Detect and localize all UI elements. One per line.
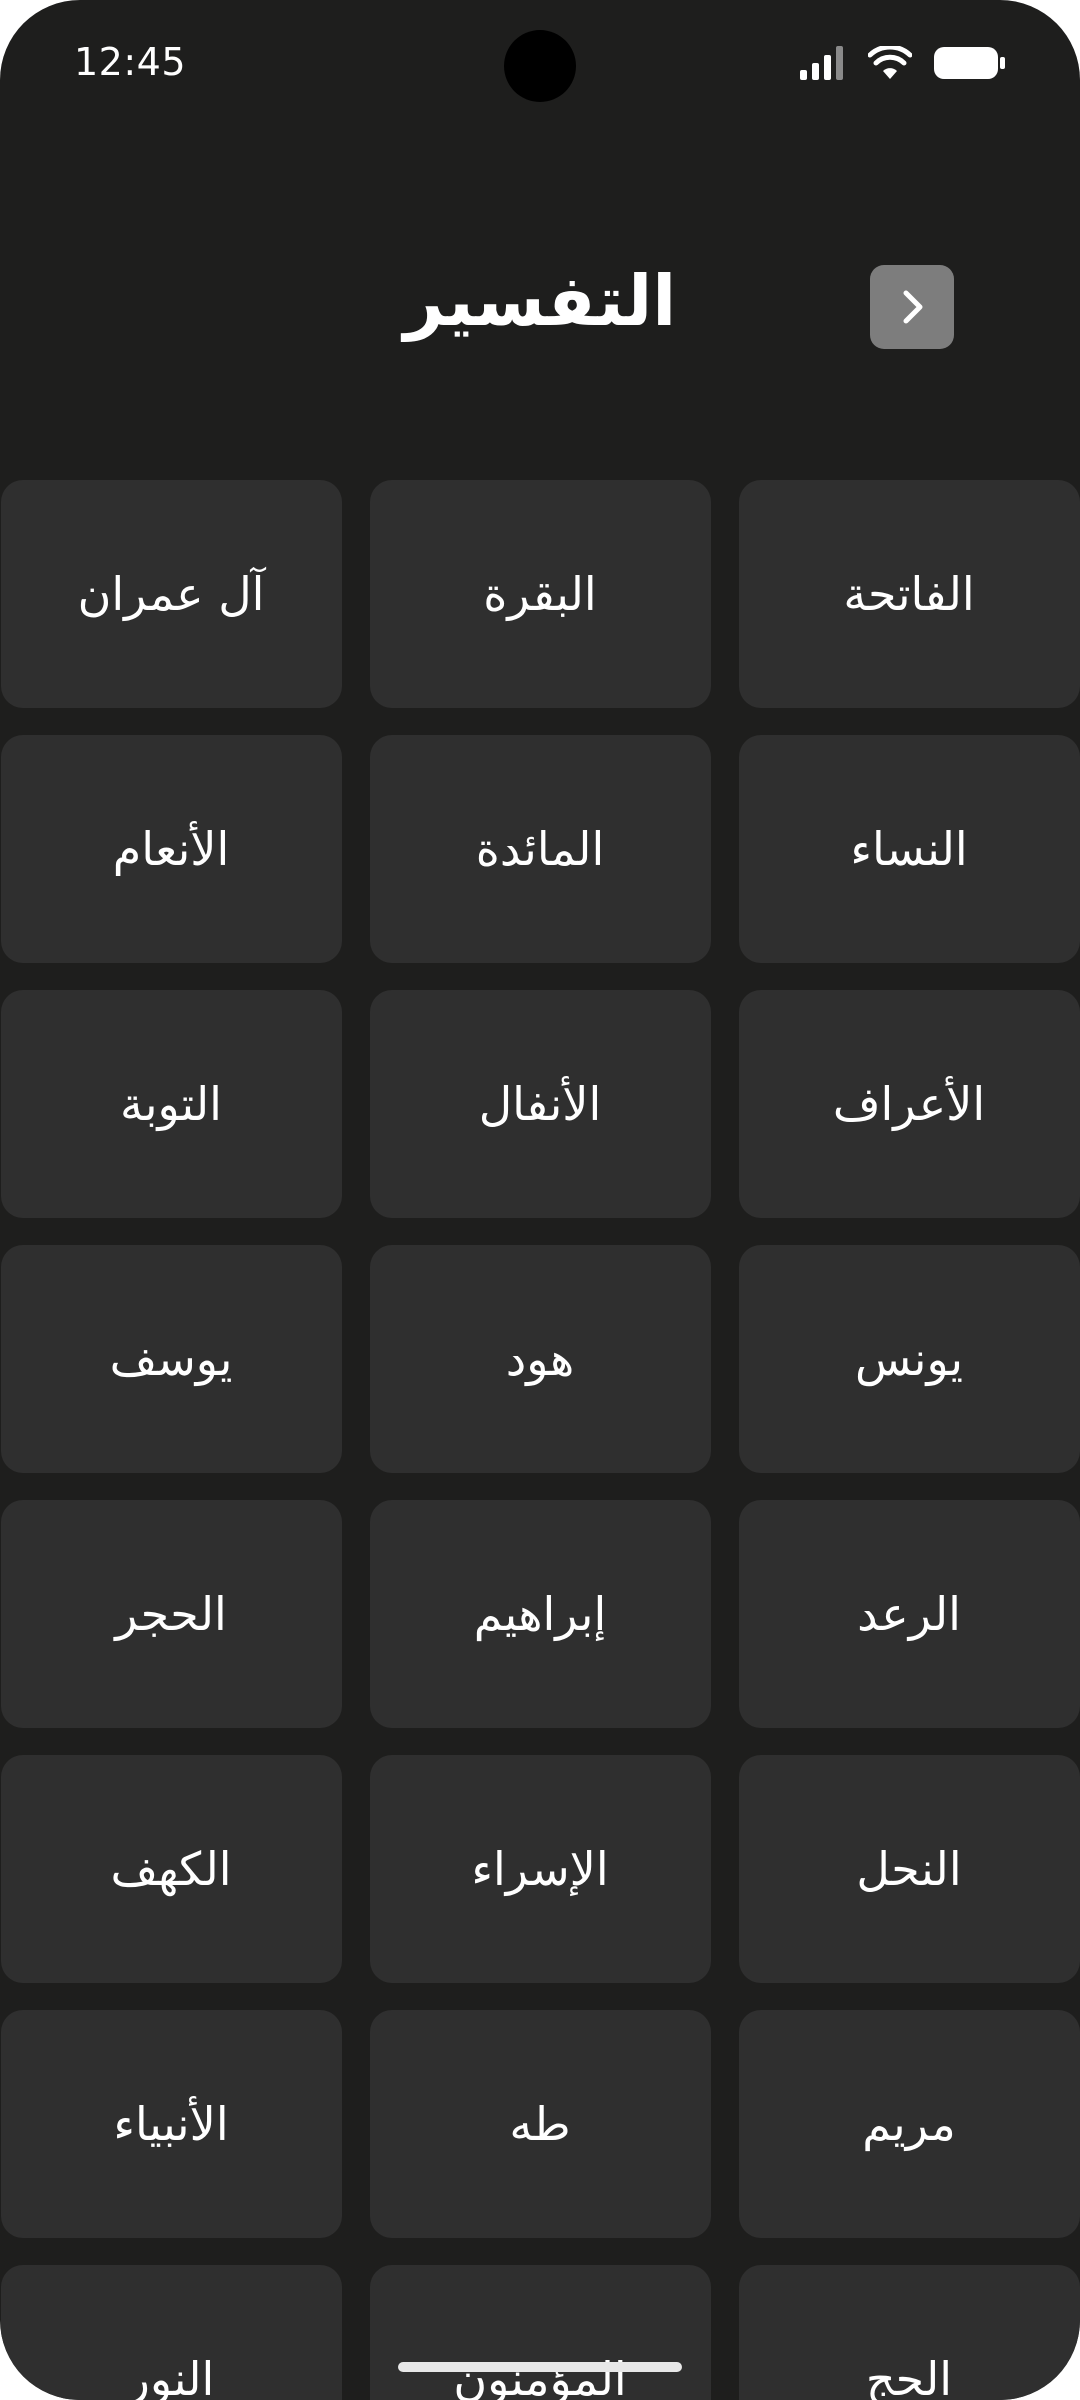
surah-card[interactable]: يوسف: [0, 1245, 342, 1473]
surah-name: هود: [505, 1332, 575, 1386]
surah-name: النحل: [856, 1842, 962, 1896]
surah-name: الكهف: [110, 1842, 232, 1896]
surah-name: المائدة: [475, 822, 605, 876]
tafsir-screen: 12:45 التفسير الفاتحة البقرة آل عمران ال…: [0, 0, 1080, 2400]
status-time: 12:45: [74, 40, 187, 84]
surah-card[interactable]: الأنفال: [369, 990, 711, 1218]
surah-card[interactable]: الكهف: [0, 1755, 342, 1983]
surah-name: الحج: [865, 2352, 953, 2400]
surah-card[interactable]: يونس: [738, 1245, 1080, 1473]
surah-card[interactable]: الإسراء: [369, 1755, 711, 1983]
surah-card[interactable]: آل عمران: [0, 480, 342, 708]
surah-card[interactable]: الأعراف: [738, 990, 1080, 1218]
surah-card[interactable]: إبراهيم: [369, 1500, 711, 1728]
surah-card[interactable]: الأنبياء: [0, 2010, 342, 2238]
surah-card[interactable]: النحل: [738, 1755, 1080, 1983]
surah-card[interactable]: النساء: [738, 735, 1080, 963]
surah-name: البقرة: [483, 567, 597, 621]
surah-name: الإسراء: [471, 1842, 609, 1896]
surah-grid: الفاتحة البقرة آل عمران النساء المائدة ا…: [0, 480, 1080, 2400]
surah-card[interactable]: هود: [369, 1245, 711, 1473]
surah-card[interactable]: طه: [369, 2010, 711, 2238]
front-camera: [504, 30, 576, 102]
surah-card[interactable]: الحجر: [0, 1500, 342, 1728]
back-button[interactable]: [870, 265, 954, 349]
surah-name: الأعراف: [832, 1077, 986, 1131]
surah-card[interactable]: الأنعام: [0, 735, 342, 963]
surah-card[interactable]: المؤمنون: [369, 2265, 711, 2400]
chevron-right-icon: [892, 285, 932, 329]
surah-name: التوبة: [120, 1077, 222, 1131]
surah-name: آل عمران: [77, 567, 265, 621]
header: التفسير: [0, 230, 1080, 380]
surah-card[interactable]: الرعد: [738, 1500, 1080, 1728]
surah-card[interactable]: الحج: [738, 2265, 1080, 2400]
surah-card[interactable]: التوبة: [0, 990, 342, 1218]
surah-name: يوسف: [109, 1332, 233, 1386]
surah-card[interactable]: البقرة: [369, 480, 711, 708]
surah-name: المؤمنون: [453, 2352, 627, 2400]
status-icons: [800, 44, 1006, 80]
surah-name: مريم: [862, 2097, 956, 2151]
surah-name: إبراهيم: [473, 1587, 607, 1641]
surah-name: الرعد: [857, 1587, 961, 1641]
surah-name: الأنعام: [112, 822, 230, 876]
signal-icon: [800, 46, 846, 80]
surah-name: الحجر: [115, 1587, 227, 1641]
battery-icon: [934, 46, 1006, 80]
surah-name: النساء: [850, 822, 968, 876]
home-indicator[interactable]: [398, 2362, 682, 2372]
surah-name: النور: [127, 2352, 215, 2400]
surah-name: الفاتحة: [843, 567, 975, 621]
surah-name: طه: [509, 2097, 571, 2151]
surah-card[interactable]: مريم: [738, 2010, 1080, 2238]
status-bar: 12:45: [0, 0, 1080, 130]
surah-card[interactable]: النور: [0, 2265, 342, 2400]
surah-card[interactable]: المائدة: [369, 735, 711, 963]
surah-name: الأنبياء: [113, 2097, 229, 2151]
surah-card[interactable]: الفاتحة: [738, 480, 1080, 708]
surah-name: يونس: [855, 1332, 964, 1386]
wifi-icon: [867, 44, 913, 80]
surah-name: الأنفال: [478, 1077, 602, 1131]
